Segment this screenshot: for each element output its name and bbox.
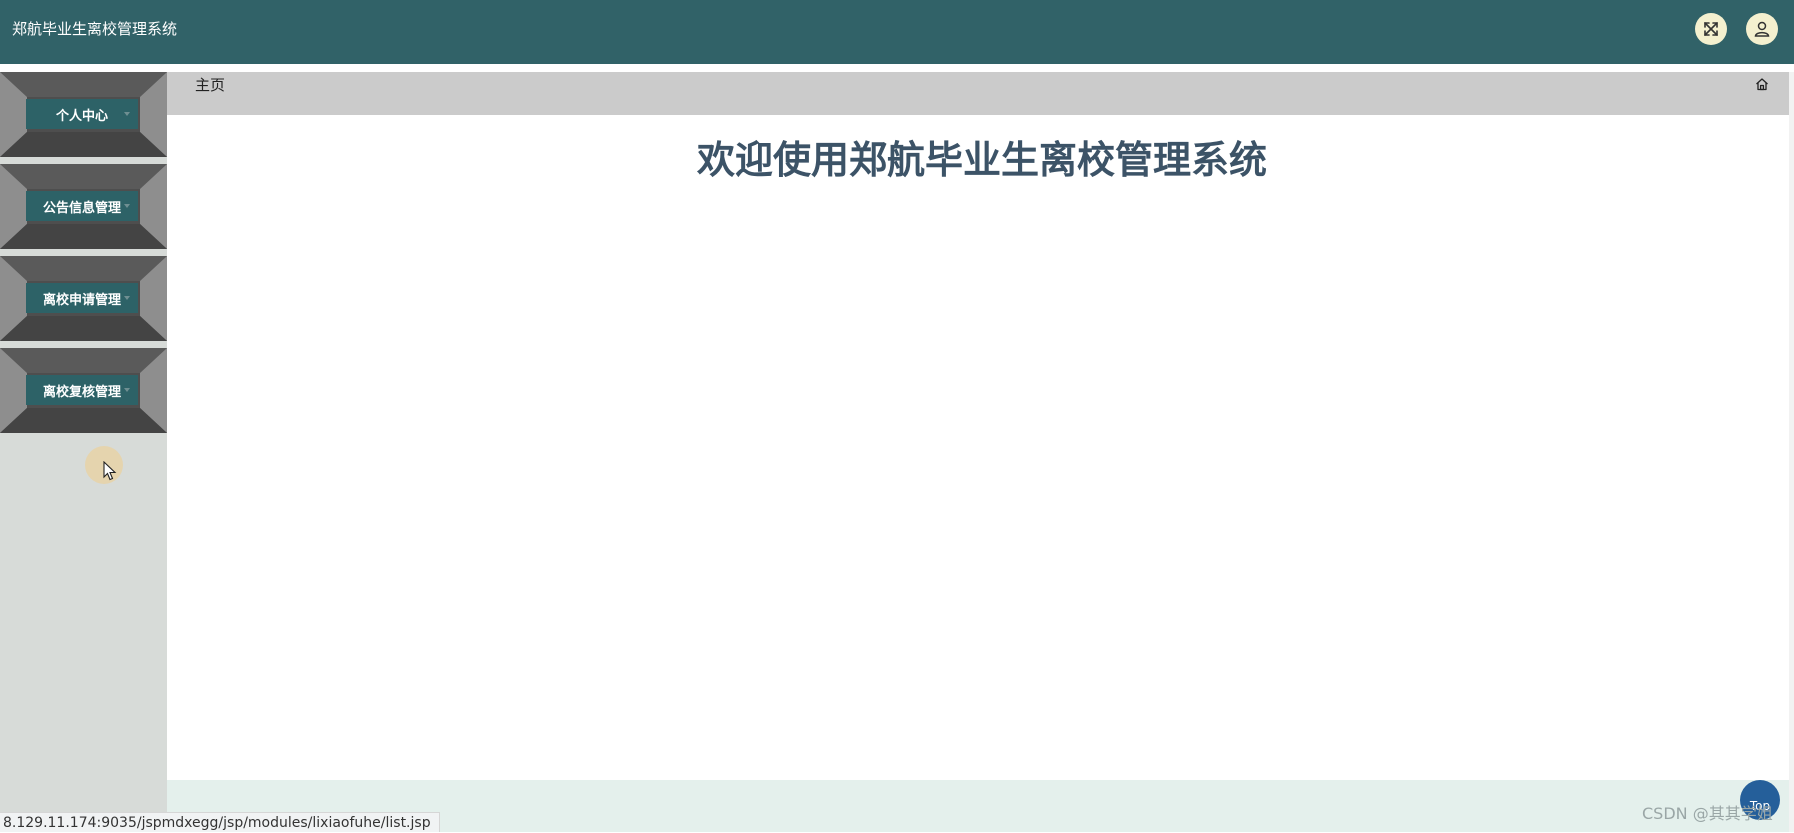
sidebar-item-announcement-management[interactable]: 公告信息管理: [0, 164, 167, 249]
sidebar-item-label: 离校申请管理: [26, 283, 138, 313]
user-icon: [1754, 21, 1770, 37]
scrollbar[interactable]: [1789, 72, 1794, 832]
breadcrumb-home-link[interactable]: 主页: [195, 75, 225, 95]
user-menu-button[interactable]: [1746, 13, 1778, 45]
fullscreen-button[interactable]: [1695, 13, 1727, 45]
sidebar-item-leave-review-management[interactable]: 离校复核管理: [0, 348, 167, 433]
caret-down-icon: [124, 204, 130, 208]
caret-down-icon: [124, 388, 130, 392]
caret-down-icon: [124, 296, 130, 300]
sidebar: 个人中心 公告信息管理 离校申请管理 离校复核管理: [0, 72, 167, 832]
sidebar-item-label: 个人中心: [26, 99, 138, 129]
home-button[interactable]: [1755, 76, 1771, 92]
header-divider: [0, 64, 1794, 72]
watermark: CSDN @其其学姐: [1642, 804, 1773, 823]
main-content: 欢迎使用郑航毕业生离校管理系统: [167, 115, 1789, 780]
breadcrumb: 主页: [167, 72, 1789, 115]
sidebar-item-label: 离校复核管理: [26, 375, 138, 405]
home-icon: [1756, 78, 1768, 91]
status-bar-url: 8.129.11.174:9035/jspmdxegg/jsp/modules/…: [0, 812, 440, 832]
mouse-pointer-icon: [103, 461, 117, 481]
caret-down-icon: [124, 112, 130, 116]
welcome-heading: 欢迎使用郑航毕业生离校管理系统: [696, 138, 1267, 182]
sidebar-item-label: 公告信息管理: [26, 191, 138, 221]
sidebar-item-leave-application-management[interactable]: 离校申请管理: [0, 256, 167, 341]
sidebar-item-personal-center[interactable]: 个人中心: [0, 72, 167, 157]
app-title: 郑航毕业生离校管理系统: [12, 20, 178, 38]
expand-arrows-icon: [1704, 22, 1718, 36]
top-header: 郑航毕业生离校管理系统: [0, 0, 1794, 64]
